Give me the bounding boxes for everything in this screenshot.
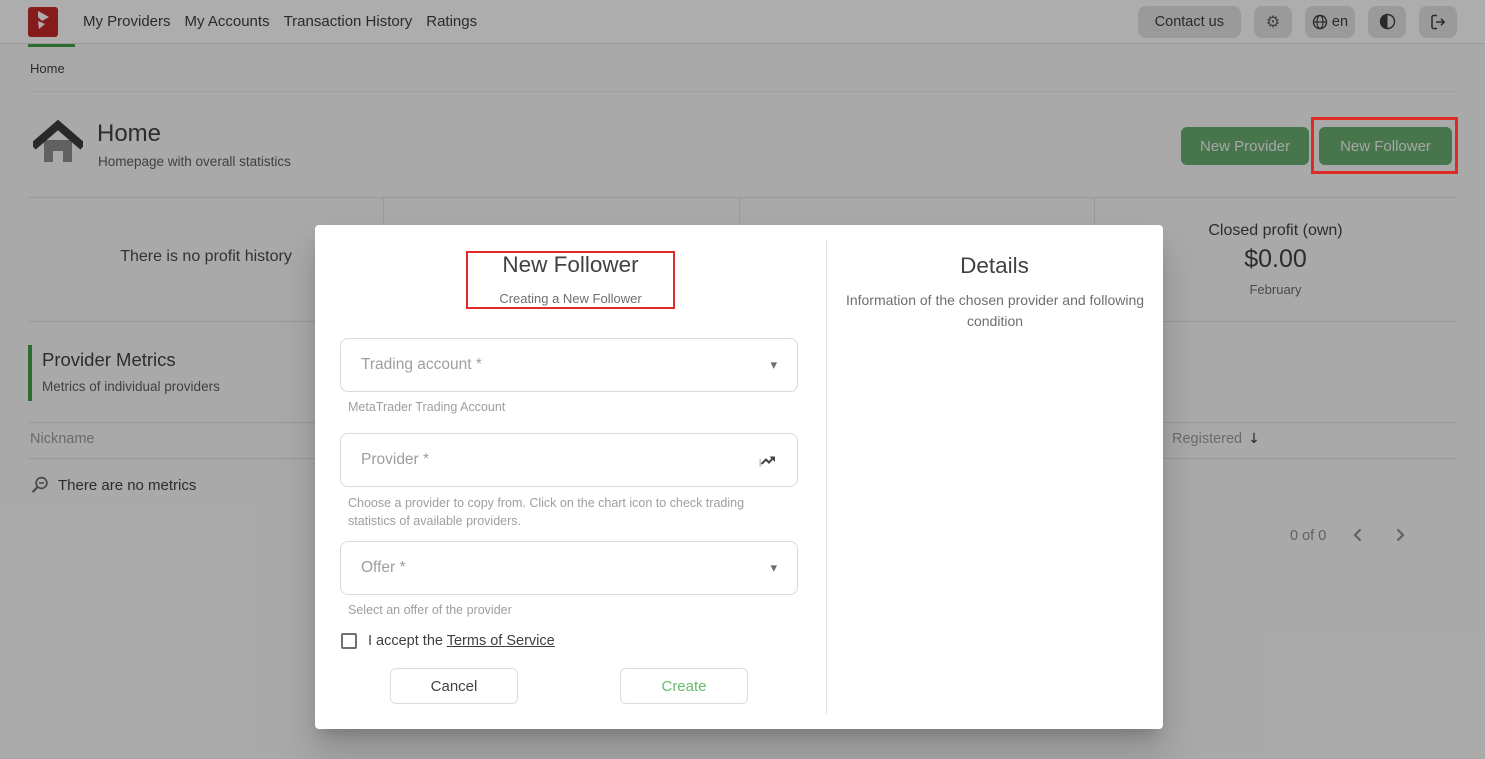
provider-label: Provider * xyxy=(361,451,429,469)
modal-subtitle: Creating a New Follower xyxy=(315,291,826,306)
provider-helper: Choose a provider to copy from. Click on… xyxy=(348,494,788,530)
modal-title: New Follower xyxy=(315,252,826,278)
offer-label: Offer * xyxy=(361,559,406,577)
terms-of-service-link[interactable]: Terms of Service xyxy=(447,633,555,649)
terms-label: I accept the Terms of Service xyxy=(368,633,555,649)
details-text: Information of the chosen provider and f… xyxy=(845,290,1145,332)
modal-divider xyxy=(826,240,827,714)
terms-prefix: I accept the xyxy=(368,633,447,649)
cancel-button[interactable]: Cancel xyxy=(390,668,518,704)
terms-row: I accept the Terms of Service xyxy=(341,633,555,649)
caret-down-icon: ▾ xyxy=(770,561,777,576)
create-button[interactable]: Create xyxy=(620,668,748,704)
new-follower-dialog: New Follower Creating a New Follower Tra… xyxy=(315,225,1163,729)
caret-down-icon: ▾ xyxy=(770,358,777,373)
trading-account-helper: MetaTrader Trading Account xyxy=(348,398,505,416)
chart-icon xyxy=(758,451,777,470)
provider-select[interactable]: Provider * xyxy=(340,433,798,487)
trading-account-select[interactable]: Trading account * ▾ xyxy=(340,338,798,392)
terms-checkbox[interactable] xyxy=(341,633,357,649)
details-title: Details xyxy=(826,253,1163,279)
provider-chart-button[interactable] xyxy=(758,451,777,470)
offer-helper: Select an offer of the provider xyxy=(348,601,512,619)
offer-select[interactable]: Offer * ▾ xyxy=(340,541,798,595)
trading-account-label: Trading account * xyxy=(361,356,482,374)
